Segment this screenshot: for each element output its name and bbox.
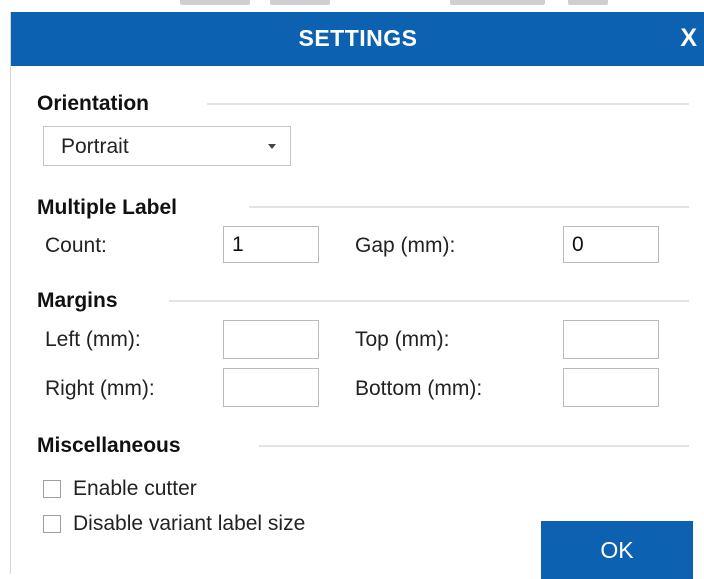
background-text-fragment: [180, 0, 250, 5]
gap-input[interactable]: [563, 226, 659, 263]
enable-cutter-checkbox[interactable]: [43, 480, 61, 498]
miscellaneous-divider: [259, 445, 689, 447]
disable-variant-label-size-label: Disable variant label size: [73, 512, 306, 535]
left-margin-input[interactable]: [223, 320, 319, 359]
disable-variant-label-size-checkbox[interactable]: [43, 515, 61, 533]
dialog-titlebar: SETTINGS X: [11, 12, 704, 66]
bottom-margin-label: Bottom (mm):: [355, 377, 483, 400]
background-text-fragment: [270, 0, 330, 5]
multiple-label-heading: Multiple Label: [37, 196, 178, 219]
background-window-strip: [0, 0, 704, 12]
orientation-select[interactable]: Portrait: [43, 126, 291, 166]
miscellaneous-heading: Miscellaneous: [37, 434, 181, 457]
orientation-select-value: Portrait: [61, 135, 129, 158]
right-margin-label: Right (mm):: [45, 377, 155, 400]
multiple-label-divider: [249, 206, 689, 208]
margins-divider: [169, 300, 689, 302]
close-button[interactable]: X: [680, 24, 697, 53]
ok-button[interactable]: OK: [541, 521, 693, 579]
top-margin-input[interactable]: [563, 320, 659, 359]
count-label: Count:: [45, 234, 107, 257]
gap-label: Gap (mm):: [355, 234, 456, 257]
top-margin-label: Top (mm):: [355, 328, 450, 351]
margins-heading: Margins: [37, 289, 118, 312]
chevron-down-icon: [268, 144, 276, 149]
bottom-margin-input[interactable]: [563, 368, 659, 407]
count-input[interactable]: [223, 226, 319, 263]
settings-dialog: SETTINGS X Orientation Portrait Multiple…: [10, 12, 704, 579]
background-text-fragment: [568, 0, 608, 5]
right-margin-input[interactable]: [223, 368, 319, 407]
orientation-divider: [207, 103, 689, 105]
enable-cutter-label: Enable cutter: [73, 477, 197, 500]
orientation-heading: Orientation: [37, 92, 150, 115]
background-text-fragment: [450, 0, 545, 5]
left-margin-label: Left (mm):: [45, 328, 141, 351]
dialog-title: SETTINGS: [298, 25, 418, 51]
